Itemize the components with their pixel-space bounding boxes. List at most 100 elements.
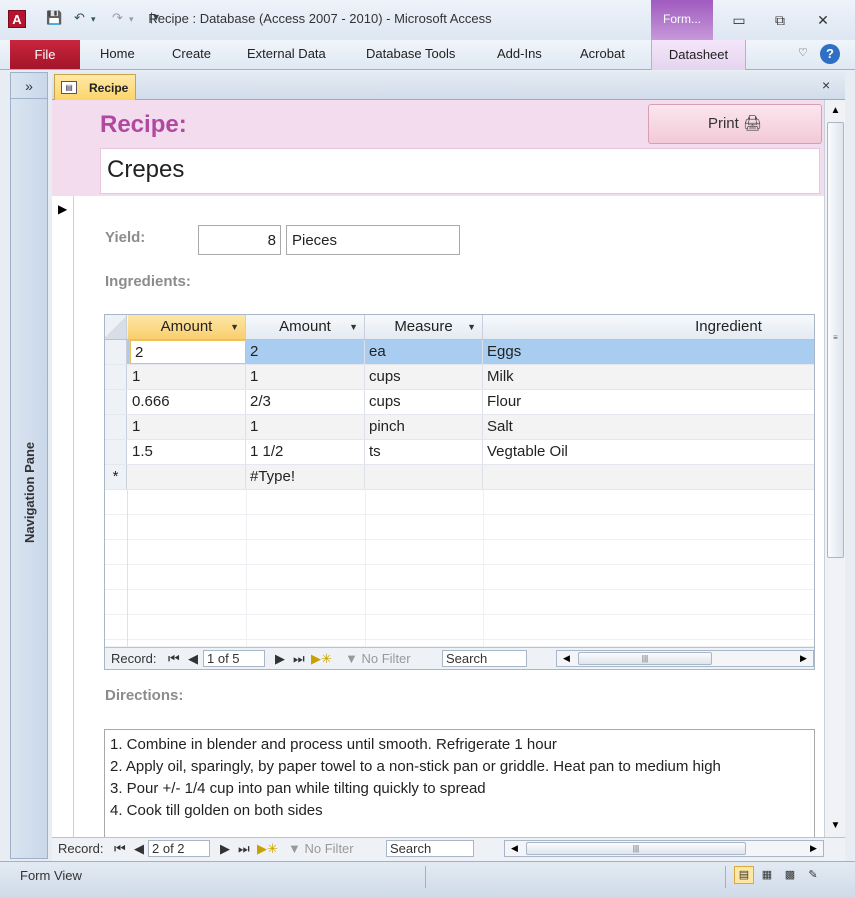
cell-measure[interactable]: ts xyxy=(365,440,483,464)
tab-acrobat[interactable]: Acrobat xyxy=(580,46,625,61)
table-row[interactable]: 1 1 pinch Salt xyxy=(105,415,814,440)
nav-pane-expand-button[interactable]: » xyxy=(11,73,47,99)
column-header-amount-decimal[interactable]: Amount ▼ xyxy=(128,315,246,339)
tab-database-tools[interactable]: Database Tools xyxy=(366,46,455,61)
row-selector[interactable] xyxy=(105,340,127,364)
tab-datasheet[interactable]: Datasheet xyxy=(651,40,746,70)
cell-amount-decimal[interactable]: 1.5 xyxy=(128,440,246,464)
navigation-pane[interactable]: » Navigation Pane xyxy=(10,72,48,859)
last-record-icon[interactable]: ⏭ xyxy=(293,651,305,667)
cell-amount-fraction[interactable]: 1 1/2 xyxy=(246,440,365,464)
directions-field[interactable]: 1. Combine in blender and process until … xyxy=(104,729,815,837)
print-button[interactable]: Print 🖨 xyxy=(648,104,822,144)
design-view-icon[interactable]: ✎ xyxy=(803,866,823,884)
tab-file[interactable]: File xyxy=(10,40,80,69)
cell-measure[interactable]: cups xyxy=(365,365,483,389)
new-record-row[interactable]: * #Type! xyxy=(105,465,814,490)
minimize-button[interactable]: ▭ xyxy=(724,10,754,30)
cell-amount-fraction[interactable]: 2 xyxy=(246,340,365,364)
yield-amount-field[interactable]: 8 xyxy=(198,225,281,255)
row-selector[interactable] xyxy=(105,390,127,414)
cell-amount-decimal[interactable]: 1 xyxy=(128,415,246,439)
previous-record-icon[interactable]: ◀ xyxy=(134,841,144,857)
column-dropdown-icon[interactable]: ▼ xyxy=(467,315,476,339)
form-vertical-scrollbar[interactable]: ▲ ≡ ▼ xyxy=(824,100,845,837)
cell-amount-fraction[interactable]: #Type! xyxy=(246,465,365,489)
table-row[interactable]: 1 1 cups Milk xyxy=(105,365,814,390)
cell-measure[interactable]: ea xyxy=(365,340,483,364)
new-record-icon[interactable]: ▶✳ xyxy=(257,841,278,857)
cell-amount-decimal[interactable]: 1 xyxy=(128,365,246,389)
cell-ingredient[interactable]: Eggs xyxy=(483,340,814,364)
record-position-input[interactable]: 1 of 5 xyxy=(203,650,265,667)
no-filter-button[interactable]: ▼ No Filter xyxy=(345,651,411,666)
cell-ingredient[interactable]: Flour xyxy=(483,390,814,414)
cell-measure[interactable]: cups xyxy=(365,390,483,414)
cell-amount-fraction[interactable]: 1 xyxy=(246,365,365,389)
close-document-icon[interactable]: × xyxy=(822,77,830,93)
tab-recipe-form[interactable]: ▤ Recipe xyxy=(54,74,136,100)
table-row[interactable]: 1.5 1 1/2 ts Vegtable Oil xyxy=(105,440,814,465)
vertical-scroll-thumb[interactable]: ≡ xyxy=(827,122,844,558)
cell-amount-decimal[interactable] xyxy=(128,465,246,489)
help-icon[interactable]: ? xyxy=(820,44,840,64)
cell-ingredient[interactable] xyxy=(483,465,814,489)
column-dropdown-icon[interactable]: ▼ xyxy=(349,315,358,339)
recipe-name-field[interactable]: Crepes xyxy=(100,148,820,194)
first-record-icon[interactable]: ⏮ xyxy=(114,841,126,857)
next-record-icon[interactable]: ▶ xyxy=(220,841,230,857)
cell-measure[interactable]: pinch xyxy=(365,415,483,439)
cell-ingredient[interactable]: Milk xyxy=(483,365,814,389)
yield-unit-field[interactable]: Pieces xyxy=(286,225,460,255)
column-header-amount-fraction[interactable]: Amount ▼ xyxy=(246,315,365,339)
scroll-down-icon[interactable]: ▼ xyxy=(827,817,844,835)
tab-create[interactable]: Create xyxy=(172,46,211,61)
new-record-icon[interactable]: ▶✳ xyxy=(311,651,332,667)
table-row[interactable]: 2 2 ea Eggs xyxy=(105,340,814,365)
horizontal-scrollbar[interactable]: ◀ ||| ▶ xyxy=(504,840,824,857)
cell-measure[interactable] xyxy=(365,465,483,489)
first-record-icon[interactable]: ⏮ xyxy=(168,651,180,667)
row-selector[interactable] xyxy=(105,415,127,439)
datasheet-view-icon[interactable]: ▦ xyxy=(757,866,777,884)
last-record-icon[interactable]: ⏭ xyxy=(238,841,250,857)
search-input[interactable]: Search xyxy=(386,840,474,857)
scroll-right-icon[interactable]: ▶ xyxy=(805,842,822,855)
cell-amount-decimal[interactable]: 2 xyxy=(130,340,246,364)
record-position-input[interactable]: 2 of 2 xyxy=(148,840,210,857)
horizontal-scrollbar[interactable]: ◀ ||| ▶ xyxy=(556,650,814,667)
tab-add-ins[interactable]: Add-Ins xyxy=(497,46,542,61)
no-filter-button[interactable]: ▼ No Filter xyxy=(288,841,354,856)
column-header-measure[interactable]: Measure ▼ xyxy=(365,315,483,339)
cell-ingredient[interactable]: Salt xyxy=(483,415,814,439)
doc-tab-label: Recipe xyxy=(89,81,129,95)
scroll-left-icon[interactable]: ◀ xyxy=(506,842,523,855)
new-record-marker[interactable]: * xyxy=(105,465,127,489)
record-selector[interactable]: ▶ xyxy=(52,196,74,837)
scroll-left-icon[interactable]: ◀ xyxy=(558,652,575,665)
scroll-thumb[interactable]: ||| xyxy=(526,842,746,855)
row-selector[interactable] xyxy=(105,365,127,389)
tab-home[interactable]: Home xyxy=(100,46,135,61)
scroll-right-icon[interactable]: ▶ xyxy=(795,652,812,665)
layout-view-icon[interactable]: ▩ xyxy=(780,866,800,884)
cell-amount-fraction[interactable]: 2/3 xyxy=(246,390,365,414)
select-all-corner[interactable] xyxy=(105,315,127,339)
scroll-thumb[interactable]: ||| xyxy=(578,652,712,665)
cell-amount-decimal[interactable]: 0.666 xyxy=(128,390,246,414)
search-input[interactable]: Search xyxy=(442,650,527,667)
form-view-icon[interactable]: ▤ xyxy=(734,866,754,884)
row-selector[interactable] xyxy=(105,440,127,464)
next-record-icon[interactable]: ▶ xyxy=(275,651,285,667)
tab-external-data[interactable]: External Data xyxy=(247,46,326,61)
cell-ingredient[interactable]: Vegtable Oil xyxy=(483,440,814,464)
previous-record-icon[interactable]: ◀ xyxy=(188,651,198,667)
restore-button[interactable]: ⧉ xyxy=(765,10,795,30)
scroll-up-icon[interactable]: ▲ xyxy=(827,102,844,120)
column-dropdown-icon[interactable]: ▼ xyxy=(230,315,239,339)
close-window-button[interactable]: ✕ xyxy=(808,10,838,30)
column-header-ingredient[interactable]: Ingredient xyxy=(483,315,814,339)
minimize-ribbon-icon[interactable]: ♡ xyxy=(798,46,808,59)
cell-amount-fraction[interactable]: 1 xyxy=(246,415,365,439)
table-row[interactable]: 0.666 2/3 cups Flour xyxy=(105,390,814,415)
